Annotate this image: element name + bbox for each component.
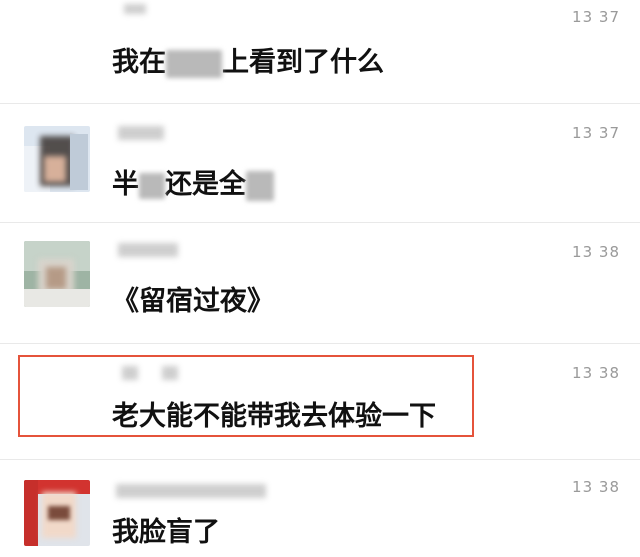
message-text: 我在 上看到了什么 bbox=[112, 40, 384, 79]
message-item-1[interactable]: 13 37 我在 上看到了什么 bbox=[0, 0, 640, 100]
mosaic-redaction bbox=[166, 49, 222, 78]
message-text-part: 半 bbox=[112, 169, 139, 200]
highlight-frame bbox=[18, 355, 474, 437]
message-text: 半还是全 bbox=[112, 162, 274, 201]
message-time: 13 38 bbox=[572, 364, 620, 382]
message-text: 我脸盲了 bbox=[112, 517, 220, 548]
message-time: 13 37 bbox=[572, 8, 620, 26]
chat-message-list[interactable]: 13 37 我在 上看到了什么 13 37 半还是全 13 38 《留宿过夜》 … bbox=[0, 0, 640, 557]
avatar[interactable] bbox=[24, 480, 90, 546]
message-text: 《留宿过夜》 bbox=[112, 286, 274, 317]
mosaic-redaction bbox=[139, 172, 165, 199]
message-text-part: 还是全 bbox=[165, 169, 246, 200]
avatar-image bbox=[24, 126, 90, 192]
message-time: 13 37 bbox=[572, 124, 620, 142]
message-item-5[interactable]: 13 38 我脸盲了 bbox=[0, 460, 640, 557]
message-item-3[interactable]: 13 38 《留宿过夜》 bbox=[0, 223, 640, 341]
avatar[interactable] bbox=[24, 241, 90, 307]
avatar-image bbox=[24, 480, 90, 546]
message-time: 13 38 bbox=[572, 478, 620, 496]
message-text-part: 上看到了什么 bbox=[222, 47, 384, 78]
message-text-part: 我在 bbox=[112, 47, 166, 78]
avatar-image bbox=[24, 241, 90, 307]
mosaic-redaction bbox=[246, 170, 274, 201]
avatar[interactable] bbox=[24, 126, 90, 192]
message-time: 13 38 bbox=[572, 243, 620, 261]
message-item-2[interactable]: 13 37 半还是全 bbox=[0, 104, 640, 222]
